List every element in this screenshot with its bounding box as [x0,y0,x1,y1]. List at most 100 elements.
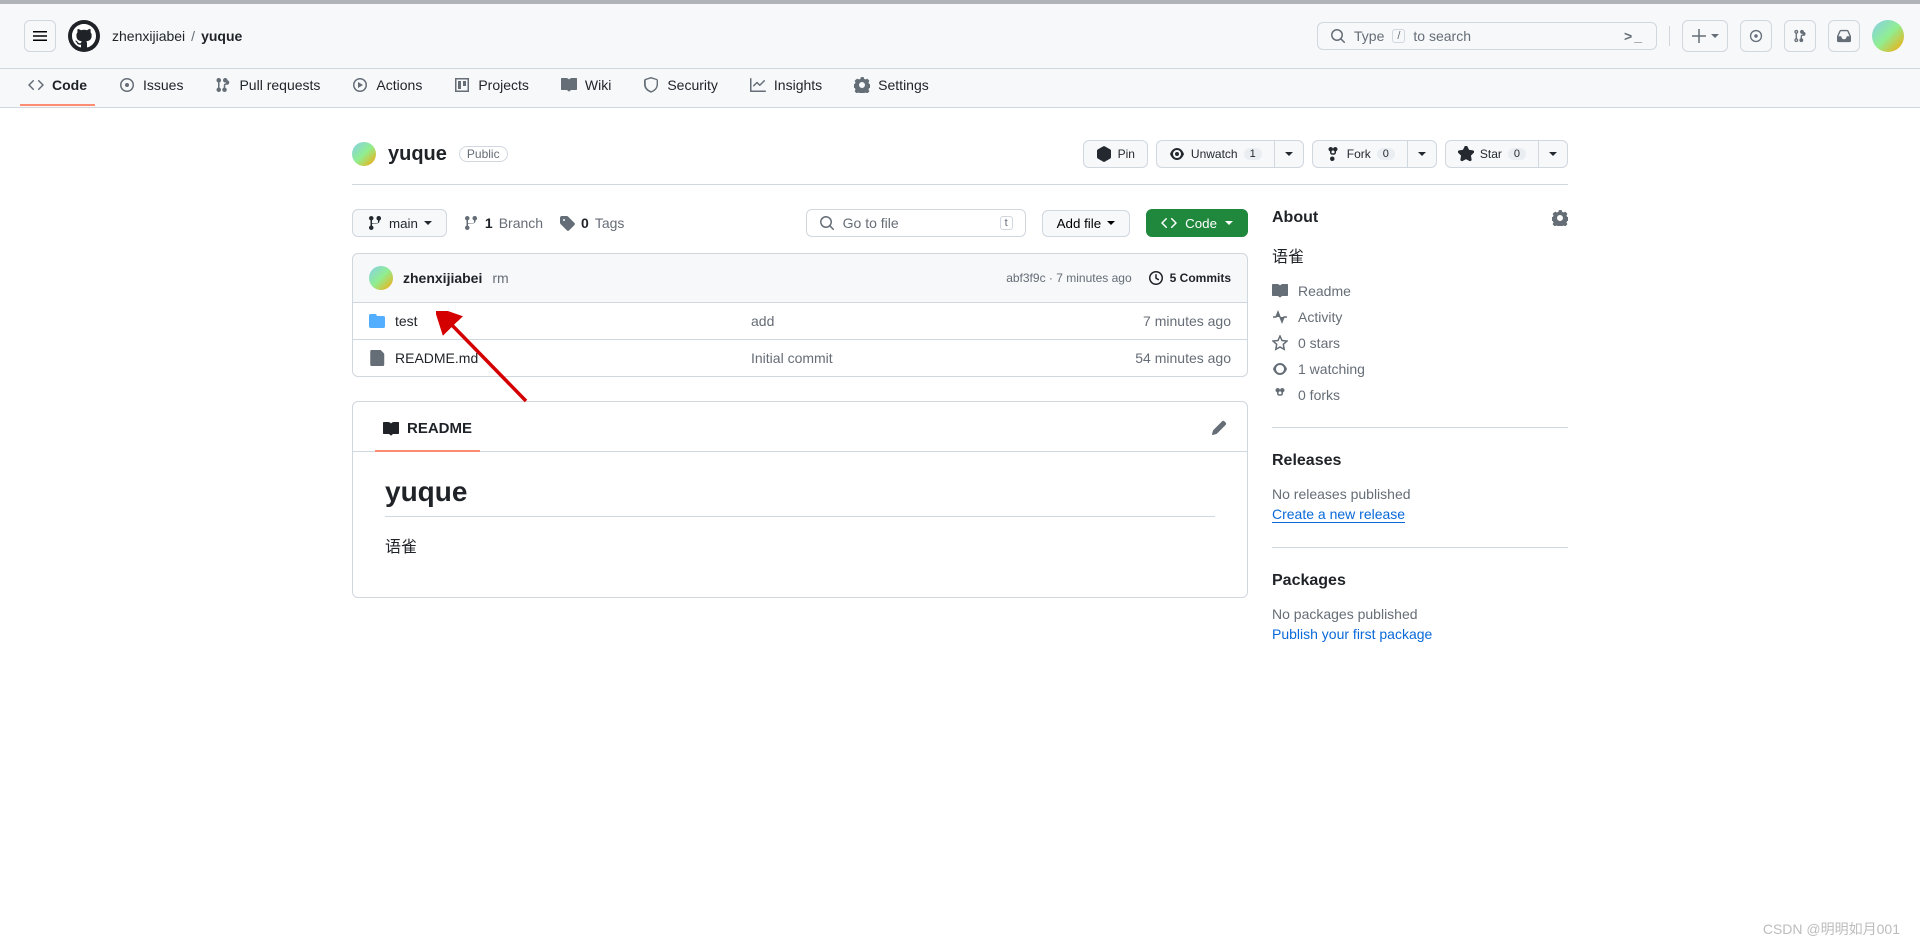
forks-link[interactable]: 0 forks [1272,387,1568,403]
github-logo[interactable] [68,20,100,52]
caret-down-icon [424,219,432,227]
code-download-button[interactable]: Code [1146,209,1248,237]
edit-readme-button[interactable] [1211,420,1227,436]
tab-pulls[interactable]: Pull requests [203,69,332,107]
about-links: Readme Activity 0 stars 1 watching 0 for… [1272,283,1568,403]
eye-icon [1169,146,1185,162]
command-palette-icon: >_ [1624,28,1644,44]
breadcrumb-repo-link[interactable]: yuque [201,28,242,44]
tags-label: Tags [595,215,625,231]
readme-tab[interactable]: README [375,410,480,451]
tab-security[interactable]: Security [631,69,730,107]
folder-icon [369,313,385,329]
file-commit-message-link[interactable]: Initial commit [751,350,1123,366]
add-file-button[interactable]: Add file [1042,210,1130,237]
repo-nav-tabs: Code Issues Pull requests Actions Projec… [0,69,1920,108]
file-time: 54 minutes ago [1135,350,1231,366]
hamburger-icon [32,28,48,44]
unwatch-button[interactable]: Unwatch 1 [1156,140,1274,168]
file-search-input[interactable]: Go to file t [806,209,1026,237]
packages-heading: Packages [1272,572,1568,590]
avatar-image [1872,20,1904,52]
publish-package-link[interactable]: Publish your first package [1272,626,1432,642]
branch-select-button[interactable]: main [352,209,447,237]
tab-settings[interactable]: Settings [842,69,941,107]
branch-name: main [389,216,418,231]
readme-body-text: 语雀 [385,533,1215,557]
branches-count: 1 [485,215,493,231]
watching-link[interactable]: 1 watching [1272,361,1568,377]
tab-insights[interactable]: Insights [738,69,834,107]
project-icon [454,77,470,93]
file-name-link[interactable]: test [369,313,739,329]
watch-count: 1 [1244,148,1262,160]
tab-projects[interactable]: Projects [442,69,541,107]
gear-icon [1552,210,1568,226]
star-icon [1272,335,1288,351]
issues-button[interactable] [1740,20,1772,52]
commit-author-link[interactable]: zhenxijiabei [403,270,482,286]
tab-actions-label: Actions [376,77,422,93]
repo-title: yuque [388,143,447,166]
stars-link[interactable]: 0 stars [1272,335,1568,351]
tab-issues[interactable]: Issues [107,69,195,107]
watch-dropdown[interactable] [1274,140,1304,168]
tab-insights-label: Insights [774,77,822,93]
tab-pulls-label: Pull requests [239,77,320,93]
search-placeholder-prefix: Type [1354,28,1384,44]
star-label: Star [1480,147,1502,161]
play-icon [352,77,368,93]
tags-link[interactable]: 0 Tags [559,215,624,231]
file-search-placeholder: Go to file [843,215,899,231]
code-button-label: Code [1185,216,1217,231]
breadcrumb-separator: / [191,28,195,44]
tab-settings-label: Settings [878,77,929,93]
fork-button[interactable]: Fork 0 [1312,140,1407,168]
create-release-link[interactable]: Create a new release [1272,506,1405,523]
git-branch-icon [463,215,479,231]
branches-label: Branch [499,215,543,231]
breadcrumb-owner-link[interactable]: zhenxijiabei [112,28,185,44]
caret-down-icon [1711,32,1719,40]
user-avatar[interactable] [1872,20,1904,52]
commits-link[interactable]: 5 Commits [1148,270,1231,286]
create-new-button[interactable] [1682,20,1728,52]
star-button[interactable]: Star 0 [1445,140,1538,168]
repo-actions: Pin Unwatch 1 Fork 0 [1083,140,1568,168]
file-row: README.md Initial commit 54 minutes ago [352,340,1248,377]
readme-link[interactable]: Readme [1272,283,1568,299]
gear-icon [854,77,870,93]
github-mark-icon [72,24,96,48]
star-dropdown[interactable] [1538,140,1568,168]
file-commit-message-link[interactable]: add [751,313,1131,329]
search-icon [819,215,835,231]
fork-dropdown[interactable] [1407,140,1437,168]
commit-hash-link[interactable]: abf3f9c · 7 minutes ago [1006,271,1131,285]
hamburger-menu-button[interactable] [24,20,56,52]
commit-message-link[interactable]: rm [492,270,508,286]
search-input[interactable]: Type / to search >_ [1317,22,1657,50]
code-icon [1161,215,1177,231]
about-edit-button[interactable] [1552,209,1568,227]
tab-wiki[interactable]: Wiki [549,69,623,107]
tab-code[interactable]: Code [16,69,99,107]
star-icon [1458,146,1474,162]
fork-label: Fork [1347,147,1371,161]
branches-link[interactable]: 1 Branch [463,215,543,231]
pull-requests-button[interactable] [1784,20,1816,52]
main-container: yuque Public Pin Unwatch 1 Fork [320,108,1600,666]
notifications-button[interactable] [1828,20,1860,52]
no-releases-text: No releases published [1272,486,1568,502]
about-description: 语雀 [1272,243,1568,267]
pin-button[interactable]: Pin [1083,140,1148,168]
tab-security-label: Security [667,77,718,93]
commit-author-avatar[interactable] [369,266,393,290]
breadcrumb: zhenxijiabei / yuque [112,28,242,44]
divider [352,184,1568,185]
tab-actions[interactable]: Actions [340,69,434,107]
file-name-link[interactable]: README.md [369,350,739,366]
global-header: zhenxijiabei / yuque Type / to search >_ [0,4,1920,69]
activity-link[interactable]: Activity [1272,309,1568,325]
caret-down-icon [1107,219,1115,227]
releases-section: Releases No releases published Create a … [1272,427,1568,523]
